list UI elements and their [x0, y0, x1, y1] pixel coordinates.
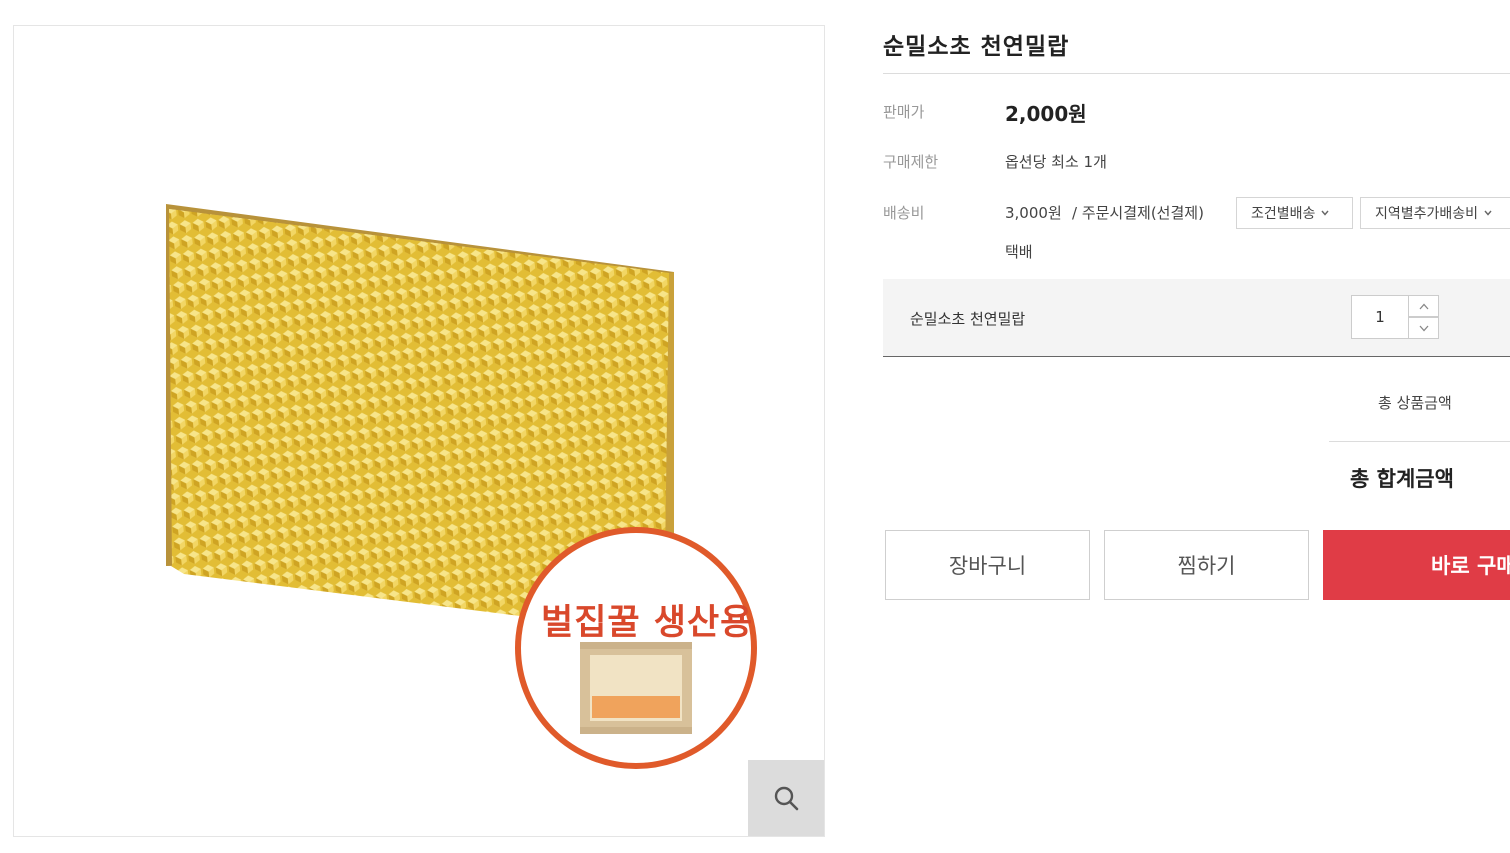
product-image-panel: 벌집꿀 생산용	[13, 25, 825, 837]
price-label: 판매가	[883, 103, 925, 121]
quantity-increase-button[interactable]	[1408, 295, 1439, 317]
regional-shipping-dropdown[interactable]: 지역별추가배송비	[1360, 197, 1510, 229]
add-to-cart-button[interactable]: 장바구니	[885, 530, 1090, 600]
product-image	[166, 204, 757, 769]
selected-option-box: 순밀소초 천연밀랍 1	[883, 279, 1510, 357]
shipping-condition-label: 조건별배송	[1251, 206, 1316, 222]
shipping-condition-dropdown[interactable]: 조건별배송	[1236, 197, 1353, 229]
totals-divider	[1329, 441, 1510, 442]
purchase-limit-value: 옵션당 최소 1개	[1005, 153, 1107, 171]
honeycomb-badge	[515, 527, 757, 769]
shipping-payment: / 주문시결제(선결제)	[1072, 204, 1204, 222]
wishlist-button[interactable]: 찜하기	[1104, 530, 1309, 600]
purchase-limit-label: 구매제한	[883, 153, 939, 171]
buy-now-button-label: 바로 구매	[1431, 554, 1510, 578]
chevron-down-icon	[1484, 210, 1492, 216]
badge-text: 벌집꿀 생산용	[541, 603, 754, 643]
chevron-down-icon	[1419, 325, 1428, 331]
wishlist-button-label: 찜하기	[1177, 554, 1236, 578]
regional-shipping-label: 지역별추가배송비	[1375, 206, 1479, 222]
shipping-method: 택배	[1005, 243, 1033, 261]
option-name: 순밀소초 천연밀랍	[910, 310, 1026, 328]
product-info-panel: 순밀소초 천연밀랍 판매가 2,000원 구매제한 옵션당 최소 1개 배송비 …	[883, 0, 1510, 853]
cart-button-label: 장바구니	[948, 554, 1027, 578]
total-product-amount-label: 총 상품금액	[1378, 394, 1452, 412]
title-divider	[883, 73, 1510, 74]
shipping-fee: 3,000원	[1005, 204, 1062, 222]
price-value: 2,000원	[1005, 102, 1087, 126]
chevron-up-icon	[1419, 303, 1428, 309]
search-icon	[774, 786, 799, 811]
grand-total-label: 총 합계금액	[1350, 467, 1454, 491]
product-title: 순밀소초 천연밀랍	[883, 34, 1070, 60]
buy-now-button[interactable]: 바로 구매	[1323, 530, 1510, 600]
chevron-down-icon	[1321, 210, 1329, 216]
quantity-decrease-button[interactable]	[1408, 317, 1439, 339]
shipping-label: 배송비	[883, 204, 925, 222]
quantity-input[interactable]: 1	[1351, 295, 1409, 339]
zoom-button[interactable]	[748, 760, 824, 836]
